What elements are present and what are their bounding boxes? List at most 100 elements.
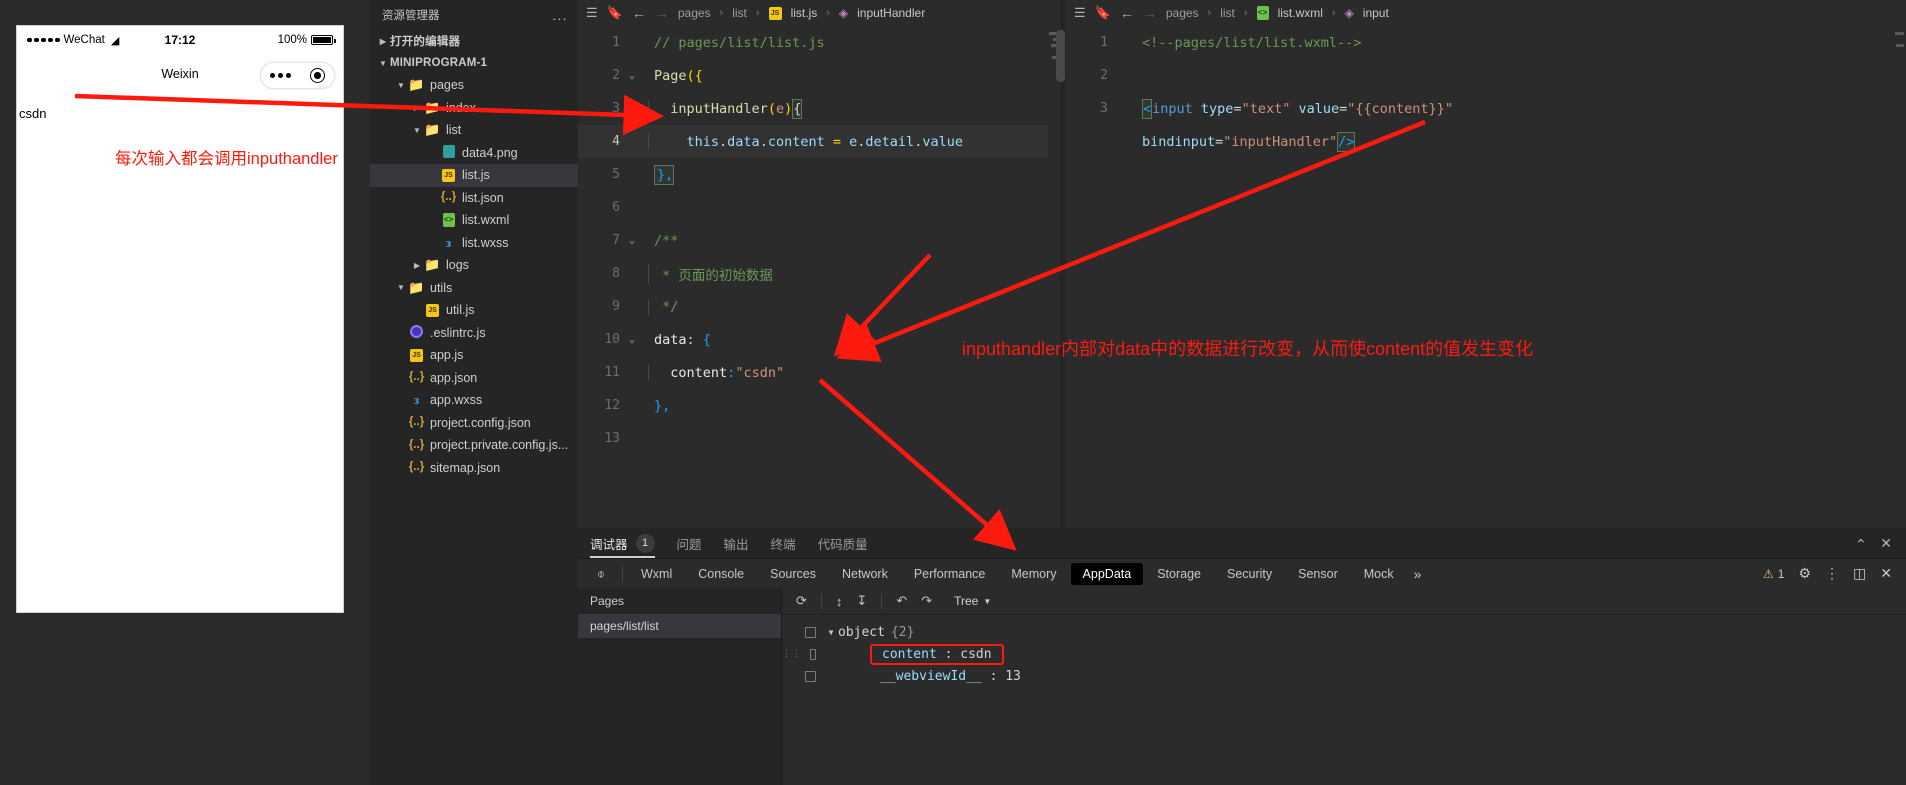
bookmark-icon[interactable]: 🔖: [1095, 5, 1111, 21]
fold-toggle[interactable]: ⌄: [624, 334, 640, 345]
file-tree-item[interactable]: з app.wxss: [370, 389, 578, 412]
chevron-down-icon[interactable]: ▼: [394, 283, 408, 292]
appdata-content-highlight[interactable]: content : csdn: [870, 643, 1004, 665]
file-tree-item[interactable]: .eslintrc.js: [370, 322, 578, 345]
minimap-left[interactable]: [1048, 26, 1060, 528]
file-tree-item[interactable]: JS util.js: [370, 299, 578, 322]
code-area-left[interactable]: 1 // pages/list/list.js 2 ⌄ Page({ 3 ⌄ i…: [578, 26, 1060, 455]
file-tree-item[interactable]: data4.png: [370, 142, 578, 165]
breadcrumb-pages[interactable]: pages: [678, 6, 711, 20]
breadcrumb-list[interactable]: list: [732, 6, 747, 20]
back-arrow-icon[interactable]: ←: [632, 5, 646, 21]
file-tree-item[interactable]: JS app.js: [370, 344, 578, 367]
view-mode-select[interactable]: Tree ▼: [954, 594, 991, 608]
file-tree-item[interactable]: {..} project.private.config.js...: [370, 434, 578, 457]
chevron-down-icon[interactable]: ▼: [410, 126, 424, 135]
file-tree-item[interactable]: ▼ 📁 utils: [370, 277, 578, 300]
pages-list-item[interactable]: pages/list/list: [578, 614, 781, 638]
chevron-right-icon[interactable]: ▶: [376, 37, 390, 46]
devtools-tab[interactable]: 调试器 1: [590, 528, 655, 558]
tree-row-root[interactable]: ▼ object {2}: [782, 621, 1906, 643]
fold-toggle[interactable]: ⌄: [624, 103, 640, 114]
breadcrumb-pages[interactable]: pages: [1166, 6, 1199, 20]
close-icon[interactable]: ✕: [1880, 565, 1892, 582]
refresh-icon[interactable]: ⟳: [796, 593, 807, 609]
inspector-panel-tab[interactable]: Sources: [758, 563, 828, 585]
inspect-element-icon[interactable]: ⌽: [586, 559, 616, 589]
inspector-panel-tab[interactable]: Memory: [999, 563, 1068, 585]
dock-layout-icon[interactable]: ◫: [1853, 565, 1866, 582]
warning-indicator[interactable]: ⚠ 1: [1763, 567, 1784, 581]
open-editors-section[interactable]: ▶ 打开的编辑器: [370, 30, 578, 52]
file-tree-item[interactable]: ▼ 📁 pages: [370, 74, 578, 97]
file-tree-item[interactable]: ▶ 📁 index: [370, 97, 578, 120]
inspector-panel-tab[interactable]: Mock: [1352, 563, 1406, 585]
expand-all-icon[interactable]: ↕: [836, 594, 843, 609]
chevron-down-icon[interactable]: ▼: [983, 597, 991, 606]
file-tree-item[interactable]: {..} list.json: [370, 187, 578, 210]
redo-icon[interactable]: ↷: [921, 593, 932, 609]
forward-arrow-icon[interactable]: →: [1143, 5, 1157, 21]
capsule-menu-button[interactable]: [260, 62, 335, 89]
close-target-icon[interactable]: [309, 68, 325, 83]
fold-toggle[interactable]: ⌄: [624, 235, 640, 246]
expand-box-icon[interactable]: [810, 648, 816, 660]
folder-open-icon: 📁: [424, 122, 441, 138]
inspector-panel-tab[interactable]: Performance: [902, 563, 998, 585]
devtools-tab[interactable]: 输出: [724, 528, 749, 558]
inspector-panel-tab[interactable]: Console: [686, 563, 756, 585]
file-tree-item[interactable]: з list.wxss: [370, 232, 578, 255]
wx-input-field[interactable]: csdn: [17, 106, 343, 121]
code-area-right[interactable]: 1 <!--pages/list/list.wxml--> 2 3 <input…: [1066, 26, 1906, 158]
drag-grip-icon[interactable]: ⋮⋮: [782, 650, 802, 659]
settings-gear-icon[interactable]: ⚙: [1798, 565, 1811, 582]
file-tree-item[interactable]: ▶ 📁 logs: [370, 254, 578, 277]
inspector-panel-tab[interactable]: Wxml: [629, 563, 684, 585]
chevron-up-icon[interactable]: ⌄: [1855, 535, 1867, 552]
minimap-right[interactable]: [1894, 26, 1906, 528]
more-tabs-icon[interactable]: »: [1406, 566, 1430, 582]
file-tree-item[interactable]: {..} project.config.json: [370, 412, 578, 435]
project-root-section[interactable]: ▼ MINIPROGRAM-1: [370, 52, 578, 74]
breadcrumb-symbol[interactable]: inputHandler: [857, 6, 925, 20]
expand-box-icon[interactable]: [805, 626, 816, 638]
more-dots-icon[interactable]: [270, 73, 292, 78]
inspector-panel-tab[interactable]: Network: [830, 563, 900, 585]
close-icon[interactable]: ✕: [1880, 535, 1892, 552]
file-tree-item[interactable]: {..} app.json: [370, 367, 578, 390]
back-arrow-icon[interactable]: ←: [1120, 5, 1134, 21]
editor-scrollbar-left[interactable]: [1056, 30, 1065, 82]
file-tree-item[interactable]: <> list.wxml: [370, 209, 578, 232]
list-lines-icon[interactable]: ☰: [1074, 5, 1086, 21]
collapse-all-icon[interactable]: ↧: [856, 593, 867, 609]
file-tree-item[interactable]: JS list.js: [370, 164, 578, 187]
chevron-down-icon[interactable]: ▼: [376, 59, 390, 68]
inspector-panel-tab[interactable]: AppData: [1070, 562, 1144, 585]
expand-box-icon[interactable]: [805, 670, 816, 682]
tree-row[interactable]: ⋮⋮ content : csdn: [782, 643, 1906, 665]
breadcrumb-file[interactable]: list.js: [791, 6, 818, 20]
list-lines-icon[interactable]: ☰: [586, 5, 598, 21]
bookmark-icon[interactable]: 🔖: [607, 5, 623, 21]
forward-arrow-icon[interactable]: →: [655, 5, 669, 21]
fold-toggle[interactable]: ⌄: [624, 70, 640, 81]
breadcrumb-symbol[interactable]: input: [1363, 6, 1389, 20]
devtools-tab[interactable]: 问题: [677, 528, 702, 558]
devtools-tab[interactable]: 代码质量: [818, 528, 868, 558]
inspector-panel-tab[interactable]: Sensor: [1286, 563, 1350, 585]
explorer-more-icon[interactable]: ...: [552, 8, 568, 23]
file-tree-item[interactable]: {..} sitemap.json: [370, 457, 578, 480]
breadcrumb-file[interactable]: list.wxml: [1278, 6, 1323, 20]
inspector-panel-tab[interactable]: Storage: [1145, 563, 1213, 585]
kebab-menu-icon[interactable]: ⋮: [1825, 565, 1839, 582]
breadcrumb-list[interactable]: list: [1220, 6, 1235, 20]
chevron-down-icon[interactable]: ▼: [824, 628, 838, 637]
chevron-right-icon[interactable]: ▶: [410, 103, 424, 112]
file-tree-item[interactable]: ▼ 📁 list: [370, 119, 578, 142]
tree-row[interactable]: __webviewId__ : 13: [782, 665, 1906, 687]
inspector-panel-tab[interactable]: Security: [1215, 563, 1284, 585]
chevron-down-icon[interactable]: ▼: [394, 81, 408, 90]
devtools-tab[interactable]: 终端: [771, 528, 796, 558]
chevron-right-icon[interactable]: ▶: [410, 261, 424, 270]
undo-icon[interactable]: ↶: [896, 593, 907, 609]
